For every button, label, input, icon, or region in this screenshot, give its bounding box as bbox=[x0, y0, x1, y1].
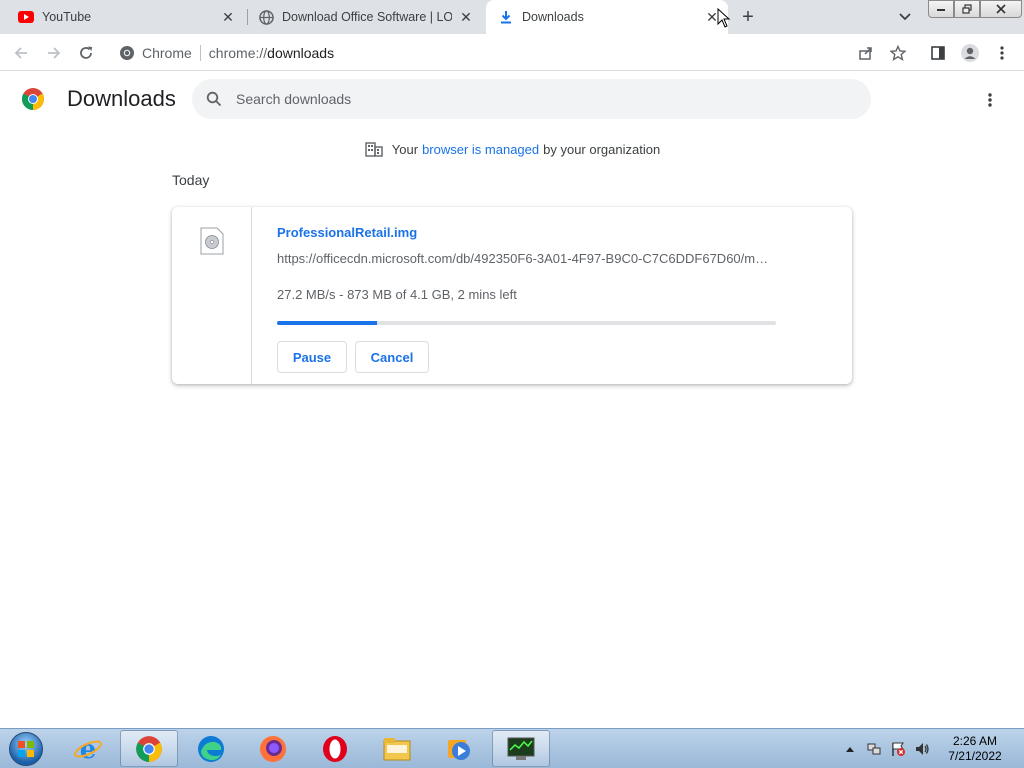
avatar-icon bbox=[961, 44, 979, 62]
side-panel-icon bbox=[931, 46, 945, 60]
search-icon bbox=[204, 89, 224, 109]
window-controls bbox=[928, 0, 1022, 18]
file-name-link[interactable]: ProfessionalRetail.img bbox=[277, 225, 417, 240]
firefox-icon bbox=[260, 735, 286, 762]
tab-separator bbox=[247, 9, 248, 25]
download-item: ProfessionalRetail.img https://officecdn… bbox=[172, 207, 852, 384]
minimize-icon bbox=[937, 9, 945, 11]
pause-button[interactable]: Pause bbox=[277, 341, 347, 373]
globe-icon bbox=[258, 9, 274, 25]
tab-downloads[interactable]: Downloads ✕ bbox=[486, 0, 728, 34]
reload-icon bbox=[80, 46, 92, 59]
task-manager-icon bbox=[507, 737, 535, 760]
profile-button[interactable] bbox=[958, 41, 982, 65]
tab-title: Downloads bbox=[522, 10, 584, 24]
file-icon-column bbox=[172, 207, 252, 384]
close-icon[interactable]: ✕ bbox=[220, 9, 236, 25]
volume-icon[interactable] bbox=[912, 739, 932, 759]
side-panel-button[interactable] bbox=[926, 41, 950, 65]
new-tab-button[interactable]: + bbox=[737, 6, 759, 28]
minimize-button[interactable] bbox=[928, 0, 954, 18]
opera-icon bbox=[323, 735, 347, 762]
internet-explorer-icon: e bbox=[74, 735, 102, 764]
action-center-flag-icon[interactable] bbox=[888, 739, 908, 759]
taskbar-edge[interactable] bbox=[182, 730, 240, 767]
browser-menu-button[interactable] bbox=[990, 41, 1014, 65]
download-progress-bar bbox=[277, 321, 776, 325]
windows-taskbar: e 2:26 AM 7/21/2022 bbox=[0, 728, 1024, 768]
back-button[interactable] bbox=[9, 41, 33, 65]
bookmark-button[interactable] bbox=[886, 41, 910, 65]
managed-link[interactable]: browser is managed bbox=[422, 142, 539, 157]
media-player-icon bbox=[448, 739, 470, 760]
taskbar-task-manager[interactable] bbox=[492, 730, 550, 767]
omnibox-divider bbox=[199, 44, 201, 61]
start-button[interactable] bbox=[3, 730, 49, 768]
kebab-menu-icon bbox=[988, 93, 992, 107]
taskbar-internet-explorer[interactable]: e bbox=[59, 730, 117, 767]
share-icon bbox=[859, 47, 872, 60]
tab-strip: YouTube ✕ Download Office Software | LO4… bbox=[0, 0, 1024, 34]
share-button[interactable] bbox=[854, 41, 878, 65]
back-arrow-icon bbox=[14, 47, 27, 59]
system-tray bbox=[840, 729, 936, 768]
file-url: https://officecdn.microsoft.com/db/49235… bbox=[277, 251, 769, 266]
close-window-button[interactable] bbox=[980, 0, 1022, 18]
page-title: Downloads bbox=[67, 86, 176, 111]
url-scheme: chrome:// bbox=[208, 44, 268, 61]
taskbar-media-player[interactable] bbox=[430, 730, 488, 767]
tab-title: Download Office Software | LO4D bbox=[282, 10, 452, 24]
network-icon[interactable] bbox=[864, 739, 884, 759]
forward-arrow-icon bbox=[48, 47, 61, 59]
tab-title: YouTube bbox=[42, 10, 92, 24]
search-downloads-box[interactable] bbox=[192, 79, 871, 119]
site-chip: Chrome bbox=[142, 44, 192, 61]
managed-prefix: Your bbox=[391, 141, 419, 157]
restore-button[interactable] bbox=[954, 0, 980, 18]
kebab-menu-icon bbox=[1000, 46, 1004, 60]
download-icon bbox=[498, 9, 514, 25]
chrome-logo-icon bbox=[22, 88, 44, 110]
svg-text:e: e bbox=[80, 735, 97, 764]
tab-search-chevron-icon[interactable] bbox=[896, 8, 914, 26]
taskbar-chrome[interactable] bbox=[120, 730, 178, 767]
edge-icon bbox=[198, 735, 224, 762]
cancel-button[interactable]: Cancel bbox=[355, 341, 429, 373]
star-icon bbox=[890, 45, 906, 61]
chrome-icon bbox=[136, 735, 162, 762]
close-icon bbox=[996, 4, 1006, 14]
managed-notice: Your browser is managed by your organiza… bbox=[0, 138, 1024, 160]
system-clock[interactable]: 2:26 AM 7/21/2022 bbox=[940, 734, 1010, 764]
windows-logo-icon bbox=[9, 732, 43, 766]
close-icon[interactable]: ✕ bbox=[458, 9, 474, 25]
managed-suffix: by your organization bbox=[543, 141, 661, 157]
address-bar[interactable]: Chrome chrome:// downloads bbox=[108, 38, 916, 67]
restore-icon bbox=[962, 4, 972, 14]
url-path: downloads bbox=[267, 44, 335, 61]
downloads-menu-button[interactable] bbox=[978, 88, 1002, 112]
tab-lo4d[interactable]: Download Office Software | LO4D ✕ bbox=[252, 0, 480, 34]
reload-button[interactable] bbox=[74, 41, 98, 65]
building-icon bbox=[364, 139, 384, 159]
search-input[interactable] bbox=[236, 91, 836, 107]
mouse-cursor-icon bbox=[717, 8, 731, 28]
taskbar-opera[interactable] bbox=[306, 730, 364, 767]
disc-image-file-icon bbox=[200, 227, 224, 255]
taskbar-file-explorer[interactable] bbox=[368, 730, 426, 767]
youtube-icon bbox=[18, 9, 34, 25]
clock-date: 7/21/2022 bbox=[948, 749, 1002, 763]
download-status: 27.2 MB/s - 873 MB of 4.1 GB, 2 mins lef… bbox=[277, 287, 517, 302]
browser-toolbar: Chrome chrome:// downloads bbox=[0, 34, 1024, 71]
show-hidden-icons-arrow-icon[interactable] bbox=[840, 739, 860, 759]
tab-youtube[interactable]: YouTube ✕ bbox=[12, 0, 242, 34]
taskbar-firefox[interactable] bbox=[244, 730, 302, 767]
clock-time: 2:26 AM bbox=[952, 734, 998, 748]
chrome-site-icon bbox=[118, 44, 136, 62]
folder-icon bbox=[383, 737, 411, 760]
downloads-header: Downloads bbox=[0, 72, 1024, 128]
forward-button[interactable] bbox=[42, 41, 66, 65]
date-heading: Today bbox=[172, 172, 210, 188]
download-progress-fill bbox=[277, 321, 377, 325]
